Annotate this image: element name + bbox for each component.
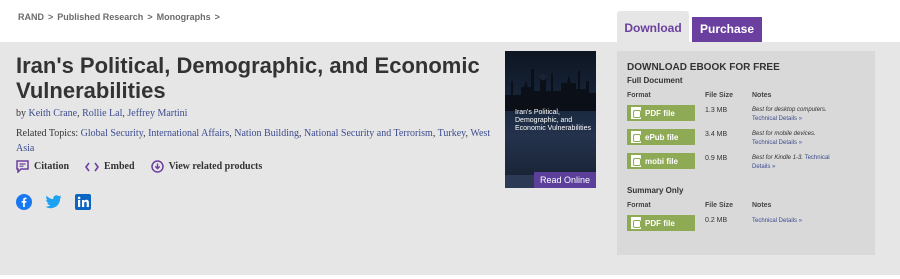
file-size: 3.4 MB — [705, 131, 728, 138]
file-note: Technical Details » — [752, 217, 836, 226]
mobi-file-icon — [631, 155, 641, 167]
arrow-down-circle-icon — [150, 160, 164, 173]
related-topics-label: Related Topics: — [16, 128, 79, 139]
embed-icon — [85, 162, 99, 172]
technical-details-link[interactable]: Technical Details » — [752, 116, 802, 122]
topic-link-turkey[interactable]: Turkey — [438, 128, 466, 139]
pdf-file-icon — [631, 217, 641, 229]
breadcrumb-separator: > — [48, 12, 54, 22]
related-topics: Related Topics: Global Security, Interna… — [16, 128, 491, 154]
embed-button[interactable]: Embed — [85, 161, 135, 172]
technical-details-link[interactable]: Technical Details » — [752, 218, 802, 224]
download-panel: DOWNLOAD EBOOK FOR FREE Full Document Fo… — [617, 51, 875, 255]
epub-file-icon — [631, 131, 641, 143]
file-note: Best for desktop computers. Technical De… — [752, 106, 836, 123]
citation-button[interactable]: Citation — [16, 160, 69, 173]
cover-title: Iran's Political, Demographic, and Econo… — [515, 109, 591, 132]
pdf-file-icon — [631, 107, 641, 119]
view-related-products-label: View related products — [168, 161, 263, 172]
column-header-file-size: File Size — [705, 202, 734, 209]
byline-prefix: by — [16, 108, 26, 119]
download-epub-button[interactable]: ePub file — [627, 129, 695, 145]
file-size: 0.2 MB — [705, 217, 728, 224]
column-header-format: Format — [627, 202, 651, 209]
column-header-file-size: File Size — [705, 92, 734, 99]
breadcrumb-separator: > — [214, 12, 220, 22]
linkedin-icon[interactable] — [75, 194, 91, 215]
breadcrumb: RAND > Published Research > Monographs > — [18, 12, 220, 22]
byline: by Keith Crane, Rollie Lal, Jeffrey Mart… — [16, 108, 187, 119]
citation-label: Citation — [34, 161, 69, 172]
twitter-icon[interactable] — [45, 195, 62, 214]
author-link-martini[interactable]: Jeffrey Martini — [127, 108, 187, 119]
view-related-products-button[interactable]: View related products — [150, 160, 263, 173]
embed-label: Embed — [104, 161, 135, 172]
breadcrumb-monographs[interactable]: Monographs — [157, 12, 211, 22]
bottom-divider — [0, 275, 900, 279]
note-text: Best for mobile devices. — [752, 131, 816, 137]
cover-skyline-image — [505, 69, 596, 111]
download-mobi-button[interactable]: mobi file — [627, 153, 695, 169]
note-text: Best for desktop computers. — [752, 107, 827, 113]
breadcrumb-published-research[interactable]: Published Research — [57, 12, 143, 22]
book-cover[interactable]: Iran's Political, Demographic, and Econo… — [505, 51, 596, 188]
column-header-format: Format — [627, 92, 651, 99]
topic-link-national-security[interactable]: National Security and Terrorism — [304, 128, 433, 139]
breadcrumb-separator: > — [147, 12, 153, 22]
author-link-lal[interactable]: Rollie Lal — [82, 108, 122, 119]
product-actions: Citation Embed View related products — [16, 160, 262, 173]
full-document-label: Full Document — [627, 76, 683, 85]
file-note: Best for mobile devices. Technical Detai… — [752, 130, 836, 147]
citation-icon — [16, 160, 29, 173]
cover-authors — [515, 149, 516, 153]
download-epub-label: ePub file — [645, 132, 679, 142]
page-title: Iran's Political, Demographic, and Econo… — [16, 53, 480, 103]
download-heading: DOWNLOAD EBOOK FOR FREE — [627, 62, 780, 73]
author-link-crane[interactable]: Keith Crane — [29, 108, 78, 119]
topic-link-nation-building[interactable]: Nation Building — [234, 128, 299, 139]
topic-link-global-security[interactable]: Global Security — [81, 128, 143, 139]
breadcrumb-rand[interactable]: RAND — [18, 12, 44, 22]
file-size: 0.9 MB — [705, 155, 728, 162]
tab-purchase[interactable]: Purchase — [692, 17, 762, 42]
download-mobi-label: mobi file — [645, 156, 678, 166]
download-summary-pdf-label: PDF file — [645, 218, 675, 228]
column-header-notes: Notes — [752, 202, 772, 209]
file-size: 1.3 MB — [705, 107, 728, 114]
topic-link-international-affairs[interactable]: International Affairs — [148, 128, 229, 139]
facebook-icon[interactable] — [16, 194, 32, 215]
download-pdf-button[interactable]: PDF file — [627, 105, 695, 121]
read-online-button[interactable]: Read Online — [534, 172, 596, 188]
download-pdf-label: PDF file — [645, 108, 675, 118]
summary-only-label: Summary Only — [627, 186, 684, 195]
note-text: Best for Kindle 1-3. — [752, 155, 804, 161]
file-note: Best for Kindle 1-3. Technical Details » — [752, 154, 836, 171]
download-summary-pdf-button[interactable]: PDF file — [627, 215, 695, 231]
column-header-notes: Notes — [752, 92, 772, 99]
technical-details-link[interactable]: Technical Details » — [752, 140, 802, 146]
social-share — [16, 194, 91, 215]
tab-download[interactable]: Download — [617, 11, 689, 42]
